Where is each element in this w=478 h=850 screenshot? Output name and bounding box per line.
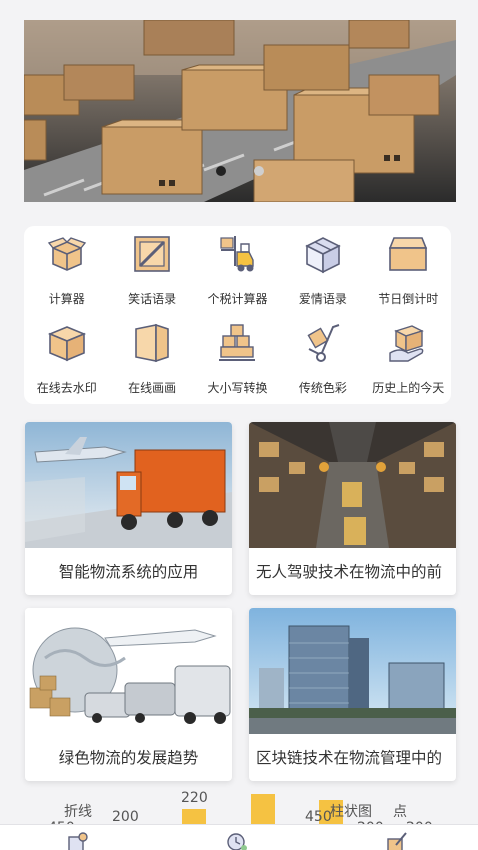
tool-label: 传统色彩: [298, 381, 347, 395]
carousel-dots: [24, 166, 456, 176]
tool-label: 大小写转换: [207, 381, 268, 395]
tool-label: 在线去水印: [36, 381, 97, 395]
box-side-icon: [135, 323, 169, 363]
chart-bar: [251, 794, 275, 826]
tool-watermark-remover[interactable]: 在线去水印: [24, 315, 109, 404]
chart-label-bar: 柱状图: [330, 804, 372, 820]
tool-online-drawing[interactable]: 在线画画: [109, 315, 194, 404]
bottom-nav: [0, 824, 478, 850]
chart-tick-label: 200: [112, 809, 139, 825]
tool-label: 历史上的今天: [372, 381, 445, 395]
article-title: 区块链技术在物流管理中的: [256, 749, 443, 767]
tool-history-today[interactable]: 历史上的今天: [366, 315, 451, 404]
tool-traditional-colors[interactable]: 传统色彩: [280, 315, 365, 404]
globe-vehicles-image: [25, 608, 232, 734]
article-card[interactable]: 区块链技术在物流管理中的: [249, 608, 456, 781]
tool-tax-calculator[interactable]: 个税计算器: [195, 226, 280, 315]
tool-calculator[interactable]: 计算器: [24, 226, 109, 315]
box-open-icon: [47, 237, 86, 271]
chart-label-point: 点: [393, 804, 407, 820]
banner-carousel[interactable]: [24, 20, 456, 202]
forklift-icon: [220, 236, 255, 272]
tool-label: 个税计算器: [207, 292, 268, 306]
article-title: 智能物流系统的应用: [58, 563, 199, 581]
truck-plane-image: [25, 422, 232, 548]
tool-love-quotes[interactable]: 爱情语录: [280, 226, 365, 315]
article-title: 绿色物流的发展趋势: [58, 749, 199, 767]
article-card[interactable]: 绿色物流的发展趋势: [25, 608, 232, 781]
carousel-dot-active[interactable]: [216, 166, 226, 176]
edit-icon[interactable]: [386, 831, 408, 850]
carousel-dot[interactable]: [254, 166, 264, 176]
hand-truck-icon: [307, 324, 340, 362]
tool-holiday-countdown[interactable]: 节日倒计时: [366, 226, 451, 315]
tool-jokes[interactable]: 笑话语录: [109, 226, 194, 315]
article-card[interactable]: 无人驾驶技术在物流中的前: [249, 422, 456, 595]
stacked-boxes-icon: [219, 324, 256, 361]
tool-label: 在线画画: [128, 381, 177, 395]
user-icon[interactable]: [68, 831, 90, 850]
article-title: 无人驾驶技术在物流中的前: [256, 563, 443, 581]
city-buildings-image: [249, 608, 456, 734]
chart-label-line: 折线: [64, 804, 92, 820]
tools-grid: 计算器 笑话语录 个税计算器 爱情语录 节日倒计时 在线去水印 在线画画 大小写…: [24, 226, 451, 404]
box-closed-icon: [47, 326, 86, 362]
tool-label: 笑话语录: [128, 292, 177, 306]
box-lid-icon: [389, 237, 428, 271]
tool-label: 计算器: [48, 292, 85, 306]
article-card[interactable]: 智能物流系统的应用: [25, 422, 232, 595]
chart-tick-label: 220: [181, 790, 208, 806]
tool-label: 爱情语录: [298, 292, 347, 306]
automated-warehouse-image: [249, 422, 456, 548]
package-3d-icon: [305, 237, 341, 274]
clock-icon[interactable]: [226, 831, 248, 850]
chart-preview-strip: 450 折线 200 220 450 柱状图 点 200 200: [0, 790, 478, 826]
crate-icon: [134, 236, 170, 272]
chart-tick-label: 450: [305, 809, 332, 825]
tool-label: 节日倒计时: [378, 292, 439, 306]
box-in-hand-icon: [389, 325, 425, 362]
tool-case-converter[interactable]: 大小写转换: [195, 315, 280, 404]
